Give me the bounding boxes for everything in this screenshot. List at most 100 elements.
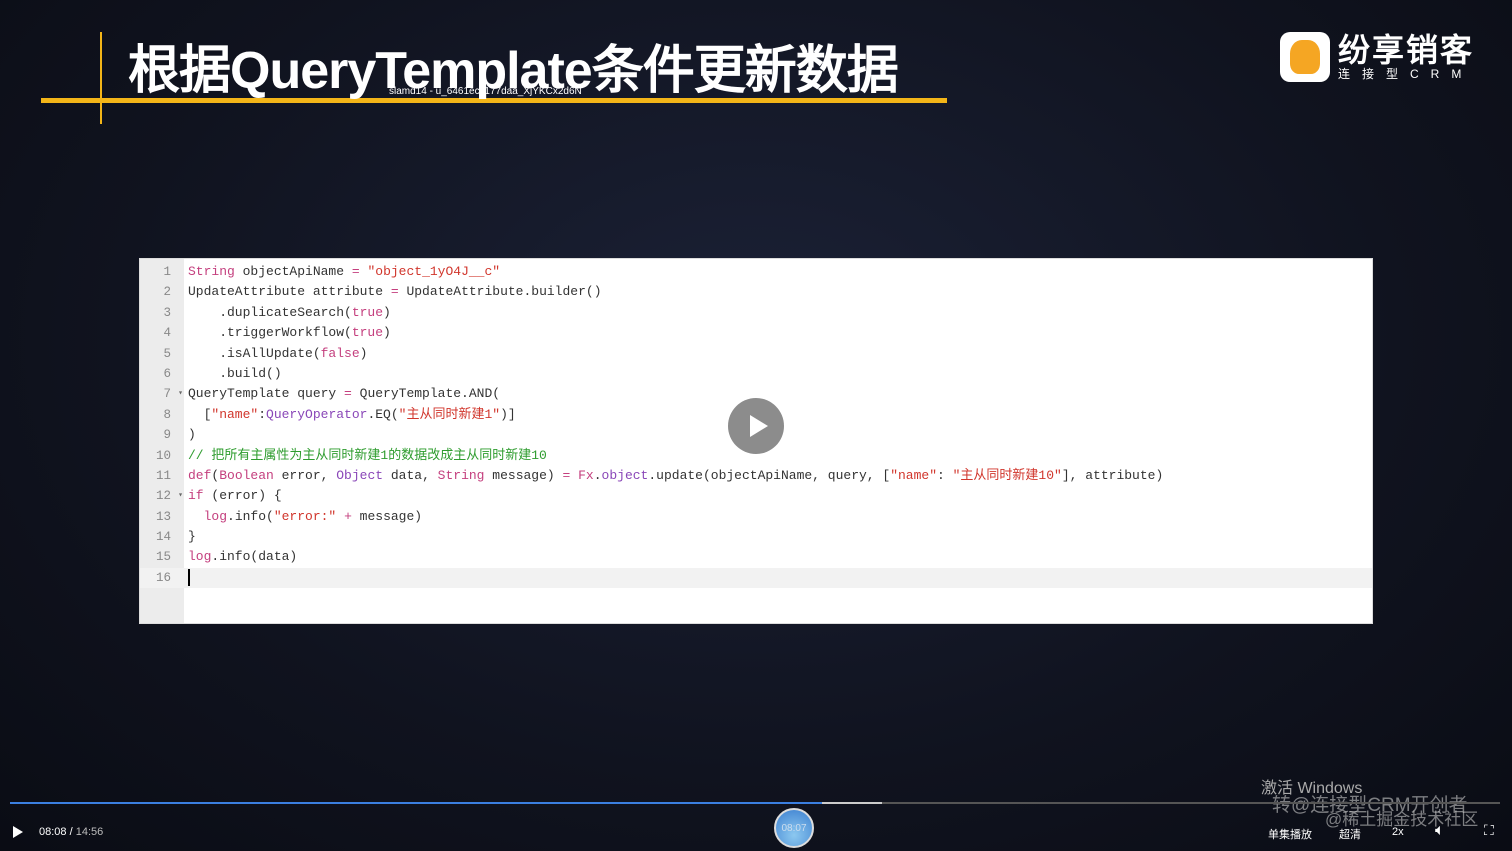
line-number: 6 (163, 366, 171, 381)
code-token: .build() (188, 365, 282, 381)
code-line: 2 UpdateAttribute attribute = UpdateAttri… (140, 282, 1372, 302)
code-token: "name" (211, 406, 259, 422)
code-token: ) (383, 325, 391, 341)
code-token: String (437, 467, 485, 483)
code-token: .update(objectApiName, query, [ (648, 467, 891, 483)
line-number: 9 (163, 428, 171, 443)
code-token: QueryOperator (266, 406, 368, 422)
code-token: .duplicateSearch( (188, 304, 352, 320)
code-token: "主从同时新建1" (398, 406, 501, 422)
accent-vertical-line (100, 32, 102, 124)
code-token: ], attribute) (1061, 467, 1164, 483)
code-token: ) (188, 427, 196, 443)
code-line: 1 String objectApiName = "object_1yO4J__c… (140, 262, 1372, 282)
code-token: true (351, 304, 384, 320)
line-number: 5 (163, 346, 171, 361)
line-number: 8 (163, 407, 171, 422)
code-token: Boolean (219, 467, 274, 483)
code-token: )] (500, 406, 516, 422)
line-number: 12 (140, 486, 184, 507)
user-watermark: slamd14 - u_6461ec1177daa_XjYKCx2d6N (389, 86, 582, 97)
code-token: QueryTemplate query (188, 386, 345, 402)
code-line: 4 .triggerWorkflow(true) (140, 323, 1372, 343)
code-token: true (351, 325, 384, 341)
code-token: ) (383, 304, 391, 320)
line-number: 3 (163, 305, 171, 320)
time-display: 08:08 / 14:56 (39, 826, 104, 838)
code-token: UpdateAttribute.builder() (398, 284, 602, 300)
code-token: .triggerWorkflow( (188, 325, 352, 341)
code-token: "主从同时新建10" (952, 467, 1062, 483)
logo-tagline: 连接型CRM (1338, 67, 1474, 81)
code-token: = (344, 386, 352, 402)
code-token: error, (273, 467, 337, 483)
code-token: objectApiName (234, 264, 352, 279)
code-token: : (937, 467, 953, 483)
code-token: UpdateAttribute attribute (188, 284, 391, 300)
code-token: log (203, 508, 228, 524)
line-number: 4 (163, 326, 171, 341)
code-token: "name" (890, 467, 938, 483)
total-time: 14:56 (75, 826, 104, 838)
code-token: : (258, 406, 267, 422)
play-overlay-button[interactable] (728, 398, 784, 454)
code-token: .info(data) (211, 549, 298, 565)
code-token: message) (484, 467, 563, 483)
code-token: = (351, 264, 360, 279)
code-token: def (188, 467, 212, 483)
code-token: (error) { (203, 488, 282, 504)
line-number: 13 (155, 509, 171, 524)
code-token: } (188, 529, 196, 545)
code-line: 15 log.info(data) (140, 547, 1372, 567)
speed-button[interactable]: 2x (1392, 826, 1404, 838)
code-line: 16 (140, 567, 1372, 589)
code-token: [ (188, 406, 212, 422)
code-token: + (344, 508, 352, 524)
code-token: if (188, 488, 204, 504)
line-number: 14 (155, 530, 171, 545)
code-line: 6 .build() (140, 364, 1372, 384)
code-token: Fx (578, 467, 594, 483)
play-icon[interactable] (13, 826, 23, 838)
code-line: 13 log.info("error:" + message) (140, 507, 1372, 527)
code-token: QueryTemplate.AND( (351, 386, 501, 402)
text-cursor (188, 568, 190, 586)
quality-button[interactable]: 超清 (1339, 826, 1361, 842)
fullscreen-icon[interactable]: ⛶ (1484, 822, 1494, 839)
code-token: // 把所有主属性为主从同时新建1的数据改成主从同时新建10 (188, 447, 547, 463)
line-number: 2 (163, 285, 171, 300)
code-line: 3 .duplicateSearch(true) (140, 303, 1372, 323)
code-token: = (390, 284, 399, 300)
code-token: false (320, 345, 360, 361)
line-number: 7 (140, 384, 184, 405)
code-line: 11 def(Boolean error, Object data, String… (140, 466, 1372, 486)
logo-name: 纷享销客 (1338, 32, 1475, 68)
code-token: "error:" (273, 508, 337, 524)
code-line: 5 .isAllUpdate(false) (140, 344, 1372, 364)
code-token: object (601, 467, 649, 483)
code-token: .EQ( (367, 406, 399, 422)
playlist-mode-button[interactable]: 单集播放 (1268, 826, 1312, 842)
code-token: log (188, 549, 212, 565)
code-token: Object (336, 467, 384, 483)
progress-thumb-preview[interactable]: 08:07 (774, 808, 814, 848)
code-token: ) (359, 345, 368, 361)
code-token: . (593, 467, 602, 483)
played-bar (10, 802, 823, 804)
code-token: .isAllUpdate( (188, 345, 321, 361)
bee-logo-icon (1280, 32, 1330, 82)
volume-icon[interactable]: 🔈︎ (1435, 822, 1445, 840)
code-token: String (188, 264, 235, 279)
line-number: 16 (155, 570, 171, 585)
code-token: data, (383, 467, 438, 483)
line-number: 10 (155, 448, 171, 463)
code-line: 14} (140, 527, 1372, 547)
logo: 纷享销客 连接型CRM (1280, 32, 1474, 82)
progress-bar[interactable] (10, 802, 1500, 804)
code-line: 12if (error) { (140, 486, 1372, 507)
code-token: "object_1yO4J__c" (367, 264, 501, 279)
line-number: 1 (163, 265, 171, 279)
